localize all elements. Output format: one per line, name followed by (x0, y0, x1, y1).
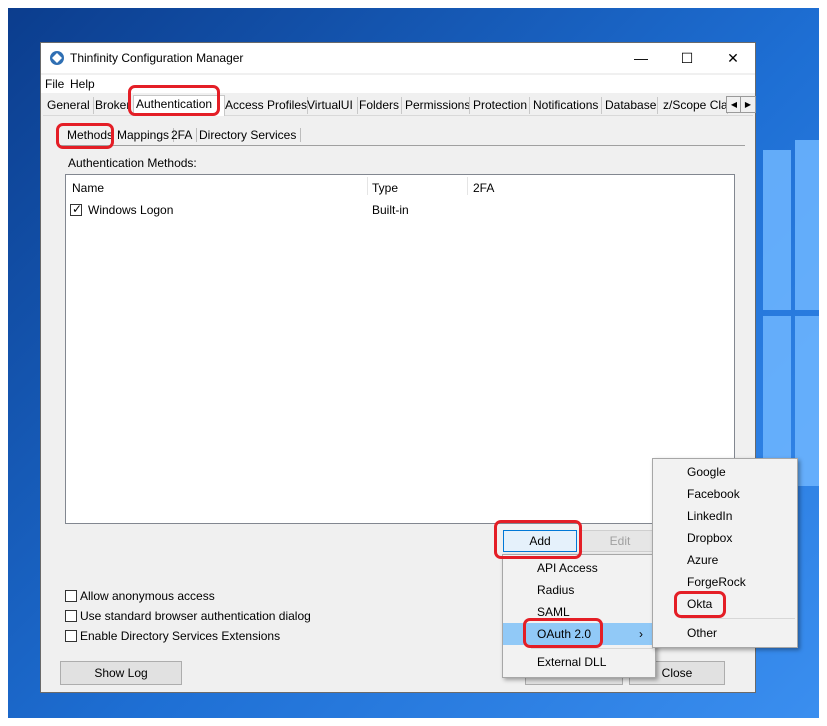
screenshot-frame (0, 0, 827, 726)
